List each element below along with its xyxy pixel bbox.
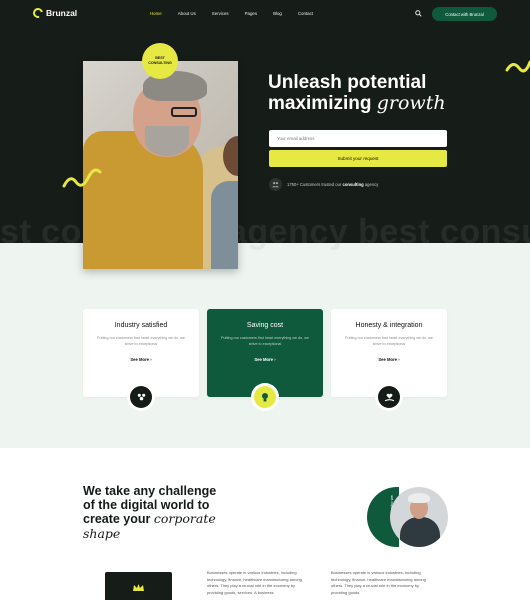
card-honesty[interactable]: Honesty & integration Putting our custom… bbox=[331, 309, 447, 411]
photo-glasses bbox=[171, 107, 197, 117]
hero-title: Unleash potential maximizing growth bbox=[268, 72, 446, 114]
hero-title-plain: maximizing bbox=[268, 93, 377, 114]
trust-suffix: agency bbox=[363, 182, 379, 187]
challenge-line3-em: corporate bbox=[153, 511, 216, 526]
trust-text: 1750+ Customers trusted our consulting a… bbox=[287, 182, 378, 187]
squiggle-right-icon bbox=[505, 60, 530, 73]
photo-beard bbox=[145, 126, 189, 156]
challenge-line4: shape bbox=[83, 525, 216, 542]
search-icon[interactable] bbox=[415, 10, 422, 17]
see-more-label: See More bbox=[254, 357, 274, 362]
card-text: Putting our customers first heart everyt… bbox=[221, 336, 309, 346]
portrait-hair bbox=[408, 493, 430, 503]
card-text: Putting our customers first heart everyt… bbox=[345, 336, 433, 346]
portrait-image bbox=[390, 487, 448, 547]
portrait-body bbox=[400, 517, 440, 547]
hero-photo bbox=[83, 61, 238, 269]
photo-person2-shirt bbox=[211, 181, 238, 269]
brand-name: Brunzal bbox=[46, 8, 78, 18]
paragraph-2: Businesses operate in various industries… bbox=[331, 570, 426, 595]
watermark-lower-text: st consulting agency best consulting age… bbox=[0, 243, 530, 252]
challenge-line3-plain: create your bbox=[83, 512, 154, 526]
card-icon-wrap bbox=[127, 383, 155, 411]
watermark-lower: st consulting agency best consulting age… bbox=[0, 243, 530, 273]
see-more-label: See More bbox=[130, 357, 150, 362]
see-more-link[interactable]: See More › bbox=[207, 357, 323, 362]
lightbulb-icon bbox=[254, 386, 276, 408]
trust-bold: consulting bbox=[342, 182, 364, 187]
challenge-heading: We take any challenge of the digital wor… bbox=[83, 484, 217, 542]
card-icon-wrap bbox=[251, 383, 279, 411]
hand-heart-icon bbox=[378, 386, 400, 408]
badge-line2: CONSULTING bbox=[148, 61, 172, 65]
customers-icon bbox=[269, 178, 282, 191]
hero-title-em: growth bbox=[376, 92, 446, 114]
nav-item-home[interactable]: Home bbox=[150, 11, 162, 16]
challenge-line3: create your corporate bbox=[83, 512, 216, 527]
main-menu: Home About Us Services Pages Blog Contac… bbox=[150, 11, 329, 16]
challenge-line4-em: shape bbox=[83, 525, 121, 541]
paragraph-1: Businesses operate in various industries… bbox=[207, 570, 302, 595]
people-icon bbox=[130, 386, 152, 408]
card-title: Honesty & integration bbox=[355, 322, 423, 329]
top-nav: Brunzal Home About Us Services Pages Blo… bbox=[0, 0, 530, 28]
card-icon-wrap bbox=[375, 383, 403, 411]
trust-line: 1750+ Customers trusted our consulting a… bbox=[269, 178, 378, 191]
hero-title-line1: Unleash potential bbox=[268, 72, 427, 93]
hero-section: st consulting agency best consulting age… bbox=[0, 0, 530, 243]
arrow-right-icon: › bbox=[274, 357, 276, 362]
see-more-label: See More bbox=[378, 357, 398, 362]
arrow-right-icon: › bbox=[150, 357, 152, 362]
card-industry[interactable]: Industry satisfied Putting our customers… bbox=[83, 309, 199, 411]
squiggle-left-icon bbox=[62, 168, 102, 188]
crown-card bbox=[105, 572, 172, 600]
hero-watermark: st consulting agency best consulting age… bbox=[0, 213, 530, 243]
nav-item-contact[interactable]: Contact bbox=[298, 11, 313, 16]
card-saving[interactable]: Saving cost Putting our customers first … bbox=[207, 309, 323, 411]
nav-item-about[interactable]: About Us bbox=[178, 11, 196, 16]
nav-item-services[interactable]: Services bbox=[212, 11, 229, 16]
card-title: Industry satisfied bbox=[114, 322, 168, 329]
nav-item-pages[interactable]: Pages bbox=[245, 11, 257, 16]
trust-prefix: 1750+ Customers trusted our bbox=[287, 182, 343, 187]
card-text: Putting our customers first heart everyt… bbox=[97, 336, 185, 346]
card-title: Saving cost bbox=[246, 322, 284, 329]
arrow-right-icon: › bbox=[398, 357, 400, 362]
crown-icon bbox=[133, 584, 144, 591]
challenge-line2: of the digital world to bbox=[83, 497, 210, 512]
best-consulting-badge: BEST CONSULTING bbox=[142, 43, 178, 79]
email-input[interactable]: Your email address bbox=[269, 130, 447, 147]
challenge-line1: We take any challenge bbox=[83, 484, 217, 498]
hero-title-line2: maximizing growth bbox=[268, 92, 446, 115]
contact-button[interactable]: Contact with Brunzal bbox=[432, 7, 497, 21]
see-more-link[interactable]: See More › bbox=[331, 357, 447, 362]
nav-item-blog[interactable]: Blog bbox=[273, 11, 282, 16]
logo-icon bbox=[31, 6, 45, 20]
logo[interactable]: Brunzal bbox=[31, 6, 78, 20]
see-more-link[interactable]: See More › bbox=[83, 357, 199, 362]
submit-button[interactable]: Submit your request bbox=[269, 150, 447, 167]
